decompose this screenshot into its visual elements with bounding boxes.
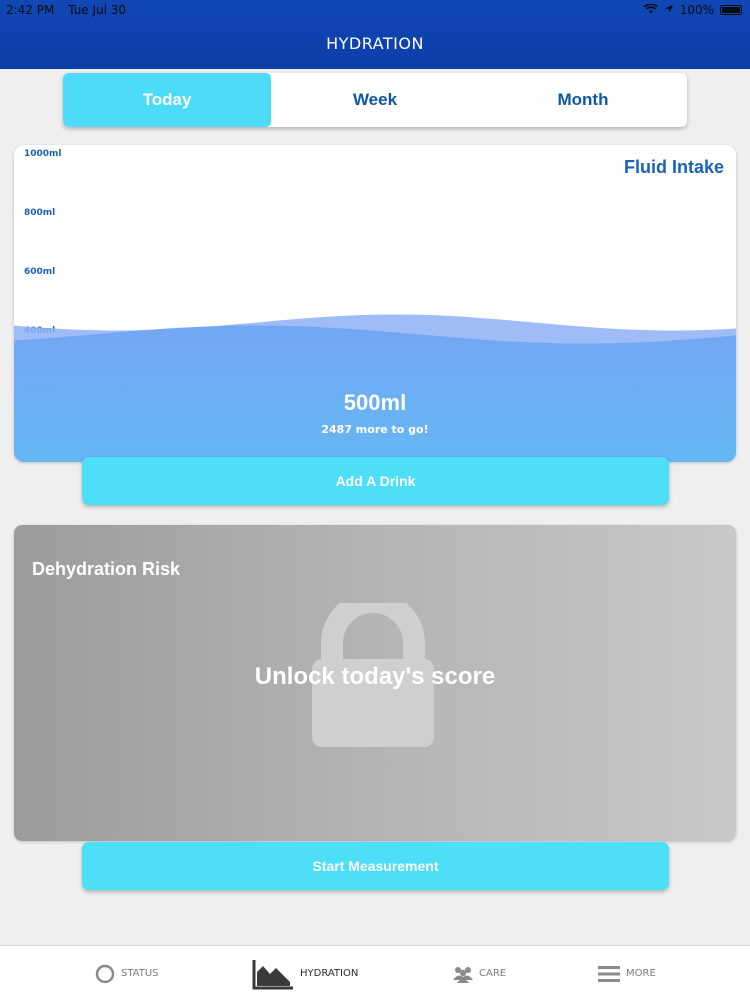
segment-month[interactable]: Month	[479, 73, 687, 127]
status-date: Tue Jul 30	[68, 3, 127, 17]
tab-hydration[interactable]: HYDRATION	[252, 946, 358, 1000]
circle-icon	[95, 964, 115, 984]
app-header: 2:42 PM Tue Jul 30 100% HYDRATION	[0, 0, 750, 69]
dehydration-risk-card: Dehydration Risk Unlock today's score	[14, 525, 736, 841]
fluid-intake-chart: 1000ml 800ml 600ml 400ml 200ml Fluid Int…	[14, 145, 736, 462]
segment-week[interactable]: Week	[271, 73, 479, 127]
unlock-score-message: Unlock today's score	[254, 663, 496, 690]
area-chart-icon	[252, 958, 294, 990]
tab-care[interactable]: CARE	[453, 946, 506, 1000]
status-bar: 2:42 PM Tue Jul 30 100%	[0, 0, 750, 20]
intake-value: 500ml	[343, 390, 407, 415]
battery-icon	[720, 5, 742, 15]
tab-label: MORE	[626, 968, 656, 979]
segment-today[interactable]: Today	[63, 73, 271, 127]
add-drink-button[interactable]: Add A Drink	[82, 457, 669, 505]
location-icon	[664, 3, 674, 17]
people-icon	[453, 965, 473, 983]
menu-icon	[598, 965, 620, 983]
wifi-icon	[643, 3, 658, 17]
bottom-tab-bar: STATUS HYDRATION CARE MORE	[0, 945, 750, 1000]
risk-title: Dehydration Risk	[32, 559, 181, 579]
start-measurement-button[interactable]: Start Measurement	[82, 842, 669, 890]
period-segmented-control: Today Week Month	[63, 73, 687, 127]
tab-more[interactable]: MORE	[598, 946, 656, 1000]
page-title: HYDRATION	[326, 34, 424, 53]
tab-label: CARE	[479, 968, 507, 979]
status-time: 2:42 PM	[6, 3, 55, 17]
battery-percent: 100%	[679, 3, 714, 17]
tab-status[interactable]: STATUS	[95, 946, 159, 1000]
tab-label: HYDRATION	[300, 968, 359, 979]
intake-remaining: 2487 more to go!	[321, 423, 429, 436]
chart-title: Fluid Intake	[623, 157, 724, 177]
tab-label: STATUS	[121, 968, 159, 979]
